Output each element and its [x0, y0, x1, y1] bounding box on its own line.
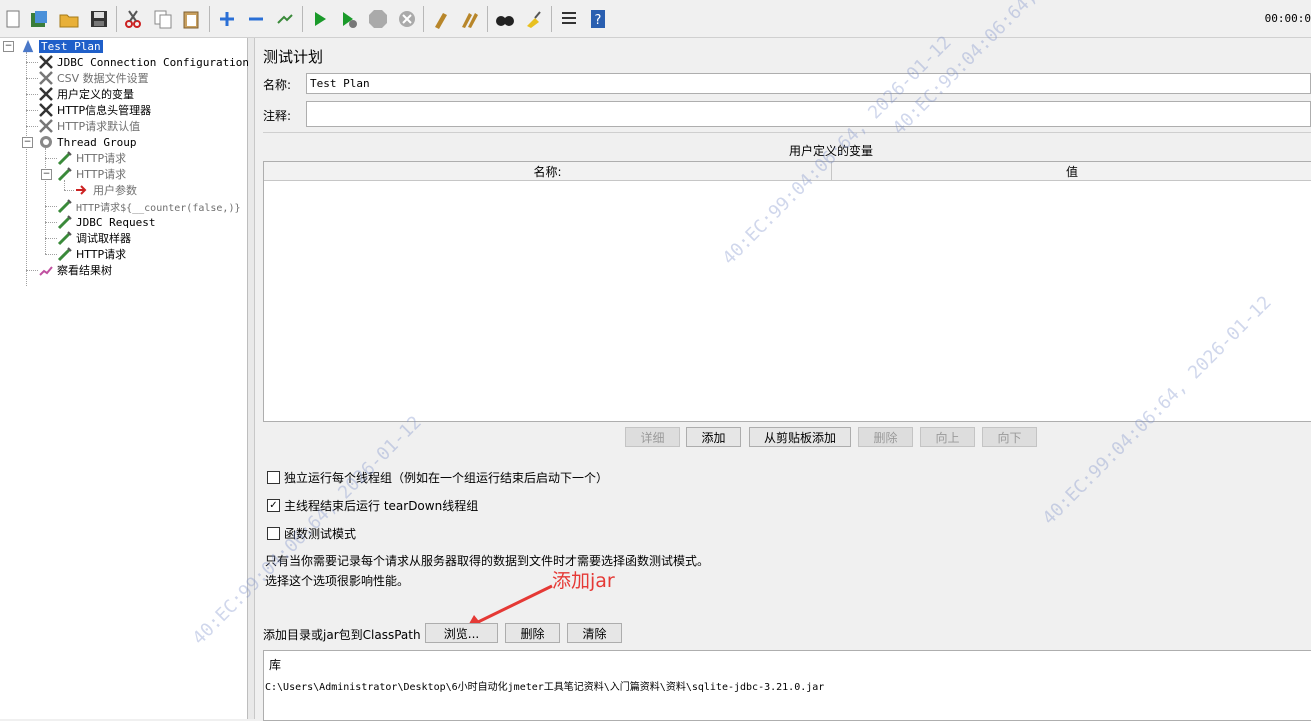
tree-node-user-vars[interactable]: 用户定义的变量 — [38, 86, 134, 102]
reset-search-icon[interactable] — [523, 8, 545, 30]
add-button[interactable]: 添加 — [686, 427, 741, 447]
panel-splitter[interactable] — [248, 38, 255, 719]
comment-field[interactable] — [306, 101, 1311, 127]
elapsed-timer: 00:00:0 — [1264, 12, 1311, 25]
config-wrench-icon — [38, 118, 54, 134]
tree-node-results-tree[interactable]: 察看结果树 — [38, 262, 112, 278]
test-plan-tree[interactable]: − − − Test Plan JDBC Connection Configur… — [0, 38, 249, 719]
library-list[interactable]: 库 C:\Users\Administrator\Desktop\6小时自动化j… — [263, 650, 1311, 721]
tree-node-http-request-counter[interactable]: HTTP请求${__counter(false,)} — [57, 198, 241, 214]
library-path-row[interactable]: C:\Users\Administrator\Desktop\6小时自动化jme… — [265, 678, 824, 693]
divider — [263, 132, 1311, 133]
column-header-name[interactable]: 名称: — [264, 162, 832, 181]
tree-node-test-plan[interactable]: Test Plan — [20, 38, 103, 54]
help-icon[interactable]: ? — [587, 8, 609, 30]
templates-icon[interactable] — [28, 8, 50, 30]
collapse-toggle[interactable]: − — [41, 169, 52, 180]
toggle-icon[interactable] — [274, 8, 296, 30]
delete-button[interactable]: 删除 — [858, 427, 913, 447]
svg-text:?: ? — [595, 13, 602, 28]
name-field[interactable]: Test Plan — [306, 73, 1311, 94]
shutdown-icon[interactable] — [396, 8, 418, 30]
save-icon[interactable] — [88, 8, 110, 30]
browse-button[interactable]: 浏览... — [425, 623, 498, 643]
tree-node-jdbc-request[interactable]: JDBC Request — [57, 214, 155, 230]
tree-node-http-request[interactable]: HTTP请求 — [57, 166, 126, 182]
add-from-clipboard-button[interactable]: 从剪贴板添加 — [749, 427, 851, 447]
search-icon[interactable] — [494, 8, 516, 30]
tree-node-jdbc-config[interactable]: JDBC Connection Configuration — [38, 54, 249, 70]
library-header: 库 — [269, 658, 282, 672]
copy-icon[interactable] — [152, 8, 174, 30]
sampler-pipette-icon — [57, 166, 73, 182]
config-wrench-icon — [38, 54, 54, 70]
name-label: 名称: — [263, 78, 292, 92]
paste-icon[interactable] — [180, 8, 202, 30]
page-title: 测试计划 — [263, 48, 324, 66]
stop-icon[interactable] — [367, 8, 389, 30]
comment-label: 注释: — [263, 109, 292, 123]
sampler-pipette-icon — [57, 198, 73, 214]
tree-node-http-defaults[interactable]: HTTP请求默认值 — [38, 118, 140, 134]
checkbox-box-checked[interactable]: ✓ — [267, 499, 280, 512]
open-icon[interactable] — [58, 8, 80, 30]
tree-node-http-request[interactable]: HTTP请求 — [57, 246, 126, 262]
function-helper-icon[interactable] — [558, 8, 580, 30]
functional-mode-info: 只有当你需要记录每个请求从服务器取得的数据到文件时才需要选择函数测试模式。 — [265, 554, 710, 568]
classpath-delete-button[interactable]: 删除 — [505, 623, 560, 643]
config-wrench-icon — [38, 102, 54, 118]
cut-icon[interactable] — [122, 8, 144, 30]
column-header-value[interactable]: 值 — [832, 162, 1311, 181]
collapse-toggle[interactable]: − — [3, 41, 14, 52]
annotation-label: 添加jar — [552, 570, 615, 592]
classpath-label: 添加目录或jar包到ClassPath — [263, 628, 421, 642]
collapse-toggle[interactable]: − — [22, 137, 33, 148]
classpath-clear-button[interactable]: 清除 — [567, 623, 622, 643]
tree-node-thread-group[interactable]: Thread Group — [38, 134, 136, 150]
tree-node-debug-sampler[interactable]: 调试取样器 — [57, 230, 131, 246]
tree-node-header-manager[interactable]: HTTP信息头管理器 — [38, 102, 151, 118]
functional-mode-checkbox[interactable]: 函数测试模式 — [267, 525, 356, 542]
new-icon[interactable] — [2, 8, 24, 30]
tree-node-http-request[interactable]: HTTP请求 — [57, 150, 126, 166]
move-down-button[interactable]: 向下 — [982, 427, 1037, 447]
checkbox-box[interactable] — [267, 527, 280, 540]
checkbox-box[interactable] — [267, 471, 280, 484]
sampler-pipette-icon — [57, 246, 73, 262]
start-icon[interactable] — [309, 8, 331, 30]
test-plan-icon — [20, 38, 36, 54]
detail-button[interactable]: 详细 — [625, 427, 680, 447]
expand-icon[interactable] — [216, 8, 238, 30]
sampler-pipette-icon — [57, 150, 73, 166]
clear-icon[interactable] — [430, 8, 452, 30]
tree-node-csv-config[interactable]: CSV 数据文件设置 — [38, 70, 149, 86]
user-vars-title: 用户定义的变量 — [789, 144, 874, 158]
thread-group-icon — [38, 134, 54, 150]
teardown-checkbox[interactable]: ✓ 主线程结束后运行 tearDown线程组 — [267, 497, 478, 514]
start-no-pause-icon[interactable] — [338, 8, 360, 30]
listener-icon — [38, 262, 54, 278]
toolbar: ? 00:00:0 — [0, 0, 1311, 38]
config-wrench-icon — [38, 70, 54, 86]
test-plan-panel: 测试计划 名称: Test Plan 注释: 用户定义的变量 名称: 值 详细 … — [255, 38, 1311, 721]
sampler-pipette-icon — [57, 230, 73, 246]
serial-thread-groups-checkbox[interactable]: 独立运行每个线程组（例如在一个组运行结束后启动下一个） — [267, 469, 608, 486]
performance-warning: 选择这个选项很影响性能。 — [265, 574, 410, 588]
move-up-button[interactable]: 向上 — [920, 427, 975, 447]
config-wrench-icon — [38, 86, 54, 102]
pre-processor-icon — [74, 182, 90, 198]
collapse-icon[interactable] — [245, 8, 267, 30]
sampler-pipette-icon — [57, 214, 73, 230]
tree-node-user-params[interactable]: 用户参数 — [74, 182, 137, 198]
user-vars-table[interactable]: 名称: 值 — [263, 161, 1311, 422]
clear-all-icon[interactable] — [459, 8, 481, 30]
